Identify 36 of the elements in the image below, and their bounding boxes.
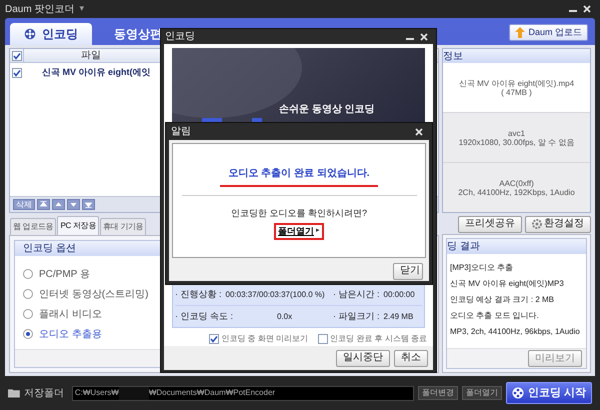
result-text: MP3, 2ch, 44100Hz, 96kbps, 1Audio xyxy=(450,326,581,337)
stat-label: · 남은시간 : xyxy=(333,288,380,301)
result-text: 인코딩 예상 결과 크기 : 2 MB xyxy=(450,294,556,305)
alert-message: 오디오 추출이 완료 되었습니다. xyxy=(220,166,378,187)
dialog-title: 알림 xyxy=(171,125,191,139)
result-text: [MP3]오디오 추출 xyxy=(450,262,514,273)
stat-label: · 인코딩 속도 : xyxy=(175,310,233,323)
path-text: C:₩Users₩ xyxy=(74,387,119,399)
path-text: ₩Documents₩Daum₩PotEncoder xyxy=(148,387,276,399)
folder-label: 저장폴더 xyxy=(24,386,64,400)
checkbox-label: 인코딩 완료 후 시스템 종료 xyxy=(330,333,427,345)
stat-label: · 파일크기 : xyxy=(333,310,380,323)
banner-text: 손쉬운 동영상 인코딩 xyxy=(279,103,375,117)
stat-value: 00:00:00 xyxy=(384,288,415,300)
info-text: 2Ch, 44100Hz, 192Kbps, 1Audio xyxy=(458,188,575,196)
result-text: 신곡 MV 아이유 eight(에잇)MP3 xyxy=(450,278,565,289)
info-text: AAC(0xff) xyxy=(499,178,534,188)
section-header: 정보 xyxy=(443,49,590,63)
section-header: 딩 결과 xyxy=(447,239,586,254)
info-text: avc1 xyxy=(508,128,525,138)
checkbox-label: 인코딩 중 화면 미리보기 xyxy=(221,333,308,345)
stat-label: · 진행상황 : xyxy=(175,288,222,301)
stat-value: 00:03:37/00:03:37(100.0 %) xyxy=(226,288,325,300)
stat-value: 2.49 MB xyxy=(384,310,414,322)
option-label: 인터넷 동영상(스트리밍) xyxy=(39,288,148,302)
window-title: Daum 팟인코더 xyxy=(5,2,74,16)
info-text: ( 47MB ) xyxy=(501,88,532,96)
option-label: 플래시 비디오 xyxy=(39,308,102,322)
info-text: 신곡 MV 아이유 eight(에잇).mp4 xyxy=(458,78,574,88)
stat-value: 0.0x xyxy=(277,310,292,322)
dialog-title: 인코딩 xyxy=(165,30,195,44)
option-label: 오디오 추출용 xyxy=(39,328,102,342)
option-label: PC/PMP 용 xyxy=(39,268,90,282)
result-text: 오디오 추출 모드 입니다. xyxy=(450,310,540,321)
alert-prompt: 인코딩한 오디오를 확인하시려면? xyxy=(230,207,367,220)
info-text: 1920x1080, 30.00fps, 알 수 없음 xyxy=(458,138,574,146)
